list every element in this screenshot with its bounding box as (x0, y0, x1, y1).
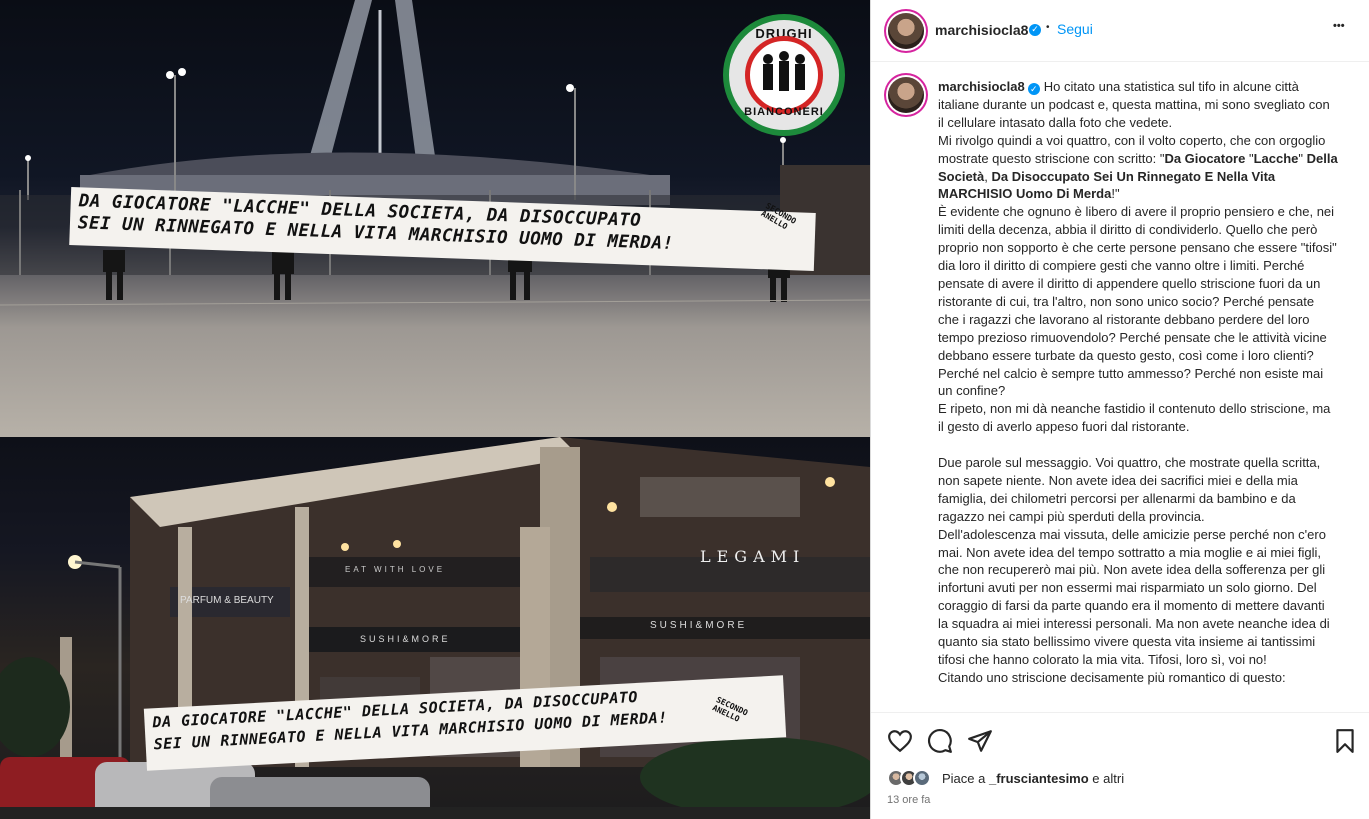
heart-icon[interactable] (887, 728, 913, 754)
post-header: marchisiocla8 ✓ • Segui ••• (871, 0, 1369, 62)
follow-button[interactable]: Segui (1057, 21, 1093, 37)
post-actions: Piace a _frusciantesimo e altri 13 ore f… (871, 712, 1369, 819)
caption-p2-bold-b: Lacche (1253, 150, 1299, 166)
caption-p2-post: !" (1111, 186, 1120, 202)
caption-p2-mid1: " (1245, 150, 1254, 166)
caption-text: marchisiocla8 ✓ Ho citato una statistica s… (938, 78, 1338, 687)
more-options-icon[interactable]: ••• (1333, 20, 1345, 32)
caption-scroll-area[interactable]: marchisiocla8 ✓ Ho citato una statistica s… (871, 62, 1369, 712)
verified-icon: ✓ (1029, 24, 1041, 36)
sign-sushi-top: SUSHI&MORE (650, 620, 748, 631)
caption-paragraph-5: Due parole sul messaggio. Voi quattro, c… (938, 455, 1321, 524)
caption-p2-bold-a: Da Giocatore (1164, 150, 1246, 166)
caption-paragraph-6: Dell'adolescenza mai vissuta, delle amic… (938, 526, 1330, 667)
bookmark-icon[interactable] (1332, 728, 1358, 754)
drughi-logo: DRUGHI BIANCONERI (723, 14, 845, 136)
caption-paragraph-7: Citando uno striscione decisamente più r… (938, 669, 1286, 685)
caption-avatar[interactable] (888, 77, 924, 113)
likes-text: Piace a _frusciantesimo e altri (942, 771, 1124, 786)
logo-text-bottom: BIANCONERI (744, 106, 824, 118)
comment-icon[interactable] (927, 728, 953, 754)
sign-legami: LEGAMI (700, 547, 806, 566)
share-icon[interactable] (967, 728, 993, 754)
post-media[interactable]: DA GIOCATORE "LACCHE" DELLA SOCIETA, DA … (0, 0, 870, 819)
sign-eat: EAT WITH LOVE (345, 565, 446, 574)
sign-parfum: PARFUM & BEAUTY (180, 595, 274, 606)
post-timestamp[interactable]: 13 ore fa (887, 794, 930, 806)
avatar[interactable] (888, 13, 924, 49)
caption-paragraph-3: È evidente che ognuno è libero di avere … (938, 204, 1337, 399)
caption-paragraph-4: E ripeto, non mi dà neanche fastidio il … (938, 401, 1331, 435)
caption-username[interactable]: marchisiocla8 (938, 79, 1025, 94)
restaurant-photo: LEGAMI PARFUM & BEAUTY SUSHI&MORE SUSHI&… (0, 437, 870, 819)
stadium-photo: DA GIOCATORE "LACCHE" DELLA SOCIETA, DA … (0, 0, 870, 437)
sign-sushi-bottom: SUSHI&MORE (360, 634, 451, 644)
likes-user-link[interactable]: _frusciantesimo (989, 771, 1089, 786)
likes-prefix: Piace a (942, 771, 989, 786)
separator-dot: • (1046, 22, 1050, 33)
verified-icon: ✓ (1027, 83, 1040, 95)
caption-p2-mid2: " (1298, 150, 1307, 166)
logo-inner-circle (745, 36, 823, 114)
likes-suffix[interactable]: e altri (1089, 771, 1124, 786)
post-details-panel: marchisiocla8 ✓ • Segui ••• marchisiocla… (870, 0, 1369, 819)
header-username[interactable]: marchisiocla8 (935, 22, 1028, 38)
logo-figures-icon (763, 51, 805, 91)
liker-avatar (913, 769, 931, 787)
caption-paragraph-2: Mi rivolgo quindi a voi quattro, con il … (938, 132, 1338, 204)
